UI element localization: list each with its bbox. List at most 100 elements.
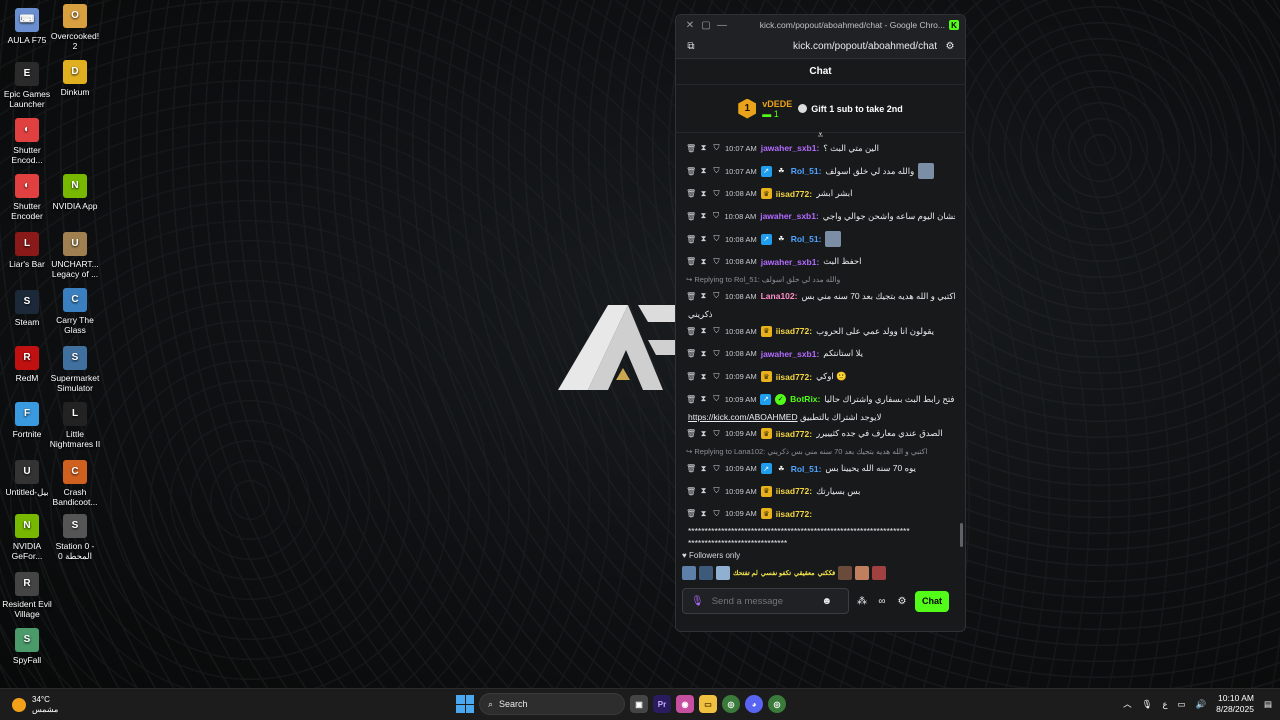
ban-shield-icon[interactable]: ⛉ (712, 166, 721, 176)
chat-message[interactable]: 🗑 ⧗ ⛉ 10:09 AM ↗ ✓ BotRix: افتح رابط البث بسفار… (686, 388, 955, 411)
timeout-icon[interactable]: ⧗ (699, 166, 708, 176)
chrome-icon[interactable]: ◎ (722, 695, 740, 713)
chat-message[interactable]: 🗑 ⧗ ⛉ 10:08 AM jawaher_sxb1: احفظ البث (686, 250, 955, 273)
desktop-icon[interactable]: ◐ Shutter Encod... (0, 118, 54, 165)
desktop-icon[interactable]: U Untitled-بيل (0, 460, 54, 497)
delete-message-icon[interactable]: 🗑 (686, 212, 696, 221)
discord-icon[interactable]: ◕ (745, 695, 763, 713)
desktop-icon[interactable]: O Overcooked! 2 (48, 4, 102, 51)
chat-message[interactable]: 🗑 ⧗ ⛉ 10:08 AM jawaher_sxb1: عشان اليوم ساعه … (686, 205, 955, 228)
timeout-icon[interactable]: ⧗ (699, 464, 708, 474)
ban-shield-icon[interactable]: ⛉ (712, 464, 721, 474)
reply-context[interactable]: ↪ Replying to Rol_51: والله مدد لي خلق ا… (686, 273, 955, 285)
message-username[interactable]: Rol_51: (791, 166, 822, 176)
chevron-up-icon[interactable]: ︿ (1123, 698, 1132, 710)
desktop-icon[interactable]: S Station 0 - المحطة 0 (48, 514, 102, 561)
chat-message[interactable]: 🗑 ⧗ ⛉ 10:09 AM ♛ iisad772: الصدق عندي معارف في… (686, 423, 955, 446)
microphone-icon[interactable]: 🎙 (691, 596, 704, 607)
emote-button[interactable]: معقيقي (794, 569, 815, 577)
desktop-icon[interactable]: L Liar's Bar (0, 232, 54, 269)
timeout-icon[interactable]: ⧗ (699, 257, 708, 267)
message-username[interactable]: jawaher_sxb1: (761, 349, 820, 359)
timeout-icon[interactable]: ⧗ (699, 234, 708, 244)
delete-message-icon[interactable]: 🗑 (686, 372, 696, 381)
ban-shield-icon[interactable]: ⛉ (712, 291, 721, 301)
file-explorer-icon[interactable]: ▭ (699, 695, 717, 713)
timeout-icon[interactable]: ⧗ (699, 291, 708, 301)
emote-button[interactable] (716, 566, 730, 580)
chat-message[interactable]: 🗑 ⧗ ⛉ 10:08 AM ↗ ☘ Rol_51: (686, 228, 955, 251)
emoji-icon[interactable]: ☻ (820, 596, 834, 607)
close-icon[interactable]: ✕ (682, 20, 698, 31)
emote-button[interactable] (838, 566, 853, 580)
chat-messages[interactable]: 🗑 ⧗ ⛉ 10:07 AM jawaher_sxb1: الين متي البث ؟ 🗑… (676, 133, 965, 548)
chat-message[interactable]: 🗑 ⧗ ⛉ 10:09 AM ♛ iisad772: اوكي 🙂 (686, 365, 955, 388)
message-username[interactable]: jawaher_sxb1: (761, 143, 820, 153)
chat-message[interactable]: 🗑 ⧗ ⛉ 10:07 AM ↗ ☘ Rol_51: والله مدد لي خلق اسو… (686, 160, 955, 183)
desktop-icon[interactable]: D Dinkum (48, 60, 102, 97)
task-view-icon[interactable]: ▣ (630, 695, 648, 713)
taskbar-search[interactable]: ⌕ Search (479, 693, 625, 715)
message-username[interactable]: iisad772: (776, 326, 812, 336)
delete-message-icon[interactable]: 🗑 (686, 395, 696, 404)
delete-message-icon[interactable]: 🗑 (686, 464, 696, 473)
desktop-icon[interactable]: ◐ Shutter Encoder (0, 174, 54, 221)
reply-context[interactable]: ↪ Replying to Lana102: اكتبي و الله هديه… (686, 445, 955, 457)
volume-icon[interactable]: 🔊 (1196, 699, 1207, 710)
delete-message-icon[interactable]: 🗑 (686, 487, 696, 496)
desktop-icon[interactable]: L Little Nightmares II (48, 402, 102, 449)
timeout-icon[interactable]: ⧗ (699, 394, 708, 404)
emote-button[interactable] (682, 566, 696, 580)
chat-message[interactable]: 🗑 ⧗ ⛉ 10:09 AM ♛ iisad772: (686, 503, 955, 526)
emote-button[interactable] (872, 566, 887, 580)
desktop-icon[interactable]: S Supermarket Simulator (48, 346, 102, 393)
timeout-icon[interactable]: ⧗ (699, 372, 708, 382)
microphone-tray-icon[interactable]: 🎙 (1142, 699, 1153, 710)
message-username[interactable]: jawaher_sxb1: (761, 257, 820, 267)
desktop-icon[interactable]: ⌨ AULA F75 (0, 8, 54, 45)
timeout-icon[interactable]: ⧗ (699, 326, 708, 336)
url-text[interactable]: kick.com/popout/aboahmed/chat (698, 41, 943, 52)
message-link[interactable]: https://kick.com/ABOAHMED (688, 412, 798, 422)
send-chat-button[interactable]: Chat (915, 590, 949, 612)
desktop-icon[interactable]: S Steam (0, 290, 54, 327)
notification-icon[interactable]: ▤ (1264, 699, 1272, 710)
delete-message-icon[interactable]: 🗑 (686, 327, 696, 336)
weather-widget[interactable]: 34°C مشمس (12, 695, 58, 715)
message-username[interactable]: BotRix: (790, 394, 820, 404)
timeout-icon[interactable]: ⧗ (699, 429, 708, 439)
ban-shield-icon[interactable]: ⛉ (712, 326, 721, 336)
delete-message-icon[interactable]: 🗑 (686, 144, 696, 153)
timeout-icon[interactable]: ⧗ (699, 143, 708, 153)
message-username[interactable]: Lana102: (761, 291, 798, 301)
ban-shield-icon[interactable]: ⛉ (712, 349, 721, 359)
emote-button[interactable]: تكفو نفسي (761, 569, 791, 577)
windows-start-icon[interactable] (456, 695, 474, 713)
delete-message-icon[interactable]: 🗑 (686, 429, 696, 438)
infinity-icon[interactable]: ∞ (875, 596, 889, 607)
message-username[interactable]: iisad772: (776, 429, 812, 439)
desktop-icon[interactable]: C Crash Bandicoot... (48, 460, 102, 507)
chat-message[interactable]: 🗑 ⧗ ⛉ 10:08 AM ♛ iisad772: يقولون انا وولد عمي… (686, 320, 955, 343)
delete-message-icon[interactable]: 🗑 (686, 292, 696, 301)
message-username[interactable]: Rol_51: (791, 464, 822, 474)
gift-sub-prompt[interactable]: Gift 1 sub to take 2nd (798, 104, 903, 114)
timeout-icon[interactable]: ⧗ (699, 189, 708, 199)
desktop-icon[interactable]: C Carry The Glass (48, 288, 102, 335)
chat-scrollbar[interactable] (960, 523, 963, 547)
ban-shield-icon[interactable]: ⛉ (712, 486, 721, 496)
chat-message[interactable]: 🗑 ⧗ ⛉ 10:09 AM ♛ iisad772: بس بسيارتك (686, 480, 955, 503)
delete-message-icon[interactable]: 🗑 (686, 167, 696, 176)
minimize-icon[interactable]: — (714, 20, 730, 31)
ban-shield-icon[interactable]: ⛉ (712, 211, 721, 221)
photos-icon[interactable]: ◉ (676, 695, 694, 713)
delete-message-icon[interactable]: 🗑 (686, 189, 696, 198)
emote-button[interactable]: فككني (818, 569, 836, 577)
desktop-icon[interactable]: R RedM (0, 346, 54, 383)
chat-message[interactable]: 🗑 ⧗ ⛉ 10:07 AM jawaher_sxb1: الين متي البث ؟ (686, 137, 955, 160)
timeout-icon[interactable]: ⧗ (699, 486, 708, 496)
message-username[interactable]: iisad772: (776, 509, 812, 519)
clock[interactable]: 10:10 AM 8/28/2025 (1216, 693, 1254, 715)
desktop-icon[interactable]: U UNCHART... Legacy of ... (48, 232, 102, 279)
tune-icon[interactable]: ⚙ (943, 41, 957, 52)
